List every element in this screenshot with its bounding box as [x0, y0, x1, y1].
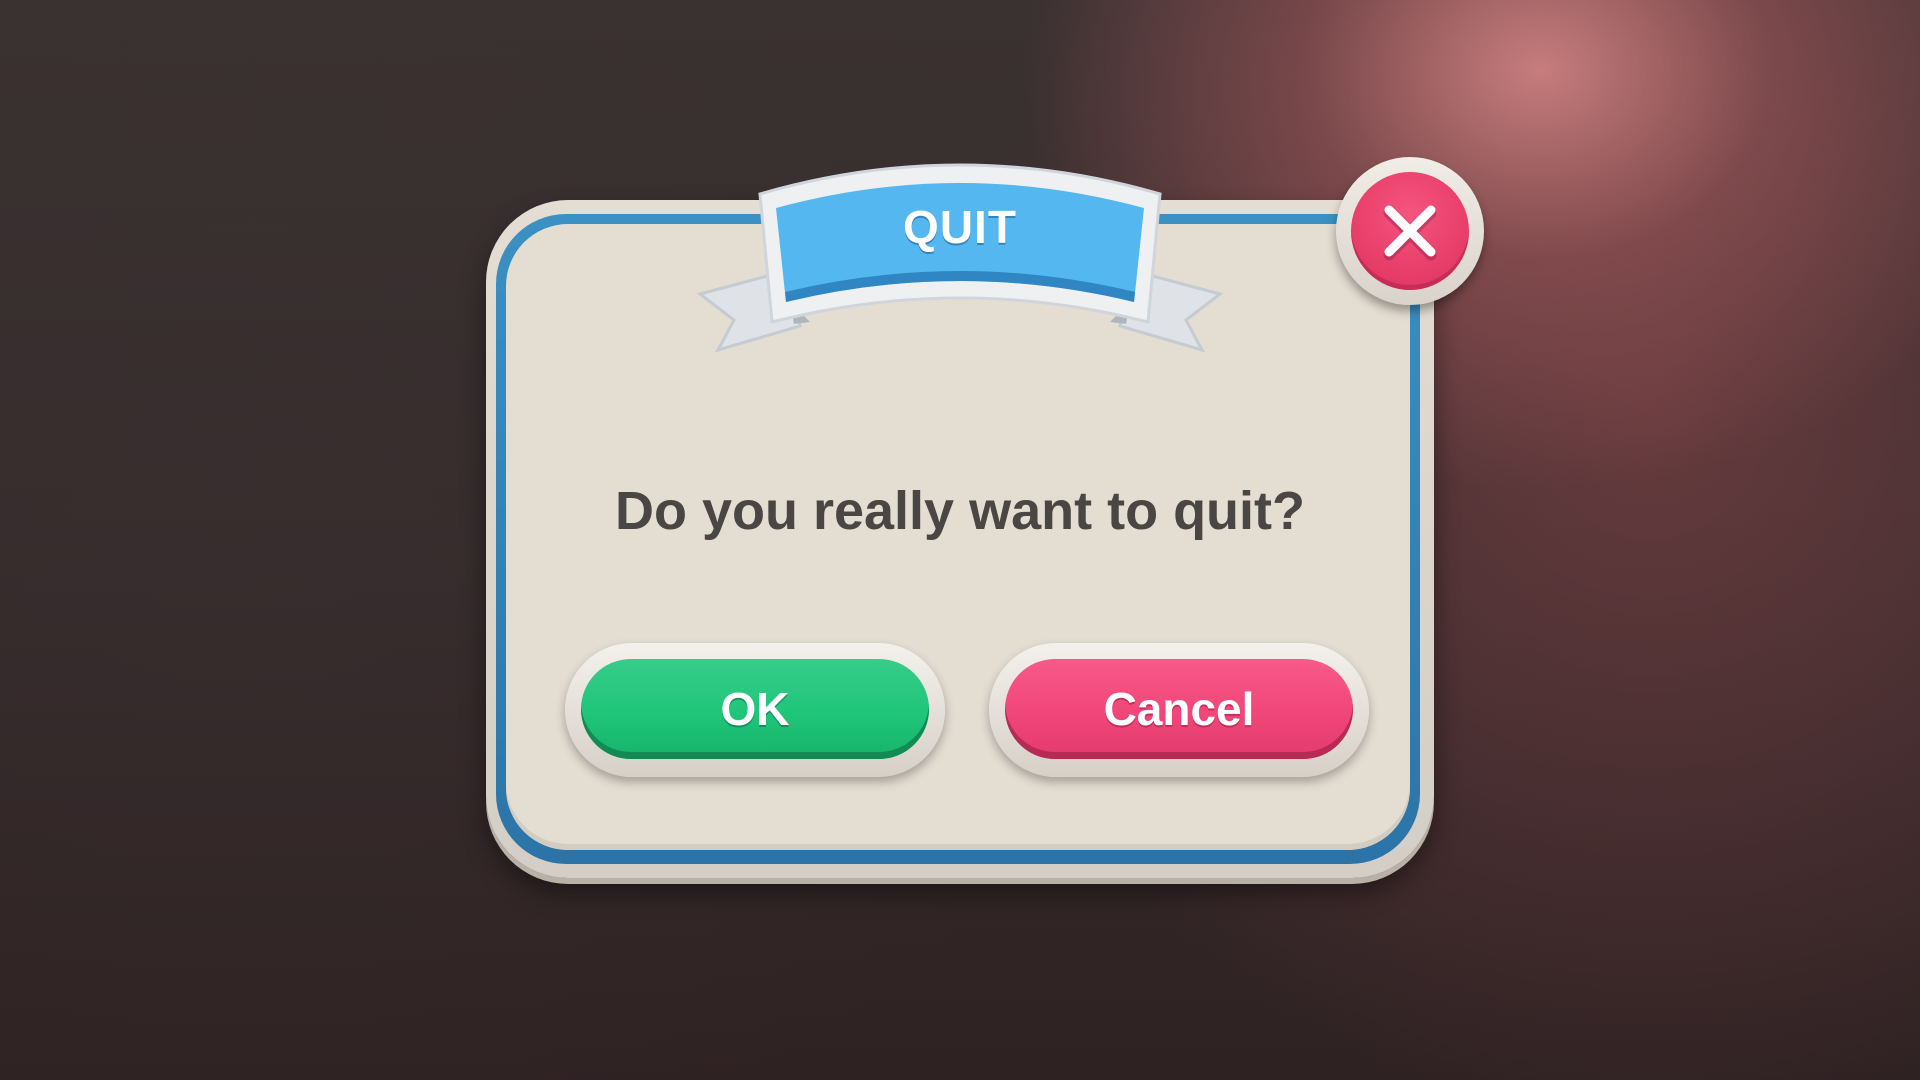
ribbon-graphic: [696, 163, 1224, 353]
ok-button-label: OK: [581, 659, 929, 759]
cancel-button-label: Cancel: [1005, 659, 1353, 759]
close-button[interactable]: [1336, 157, 1484, 305]
close-icon: [1383, 205, 1437, 261]
title-banner: QUIT: [690, 152, 1230, 372]
ok-button[interactable]: OK: [565, 643, 945, 777]
dialog-title: QUIT: [903, 201, 1017, 253]
quit-confirmation-message: Do you really want to quit?: [614, 481, 1306, 541]
cancel-button[interactable]: Cancel: [989, 643, 1369, 777]
close-button-face: [1351, 172, 1469, 290]
